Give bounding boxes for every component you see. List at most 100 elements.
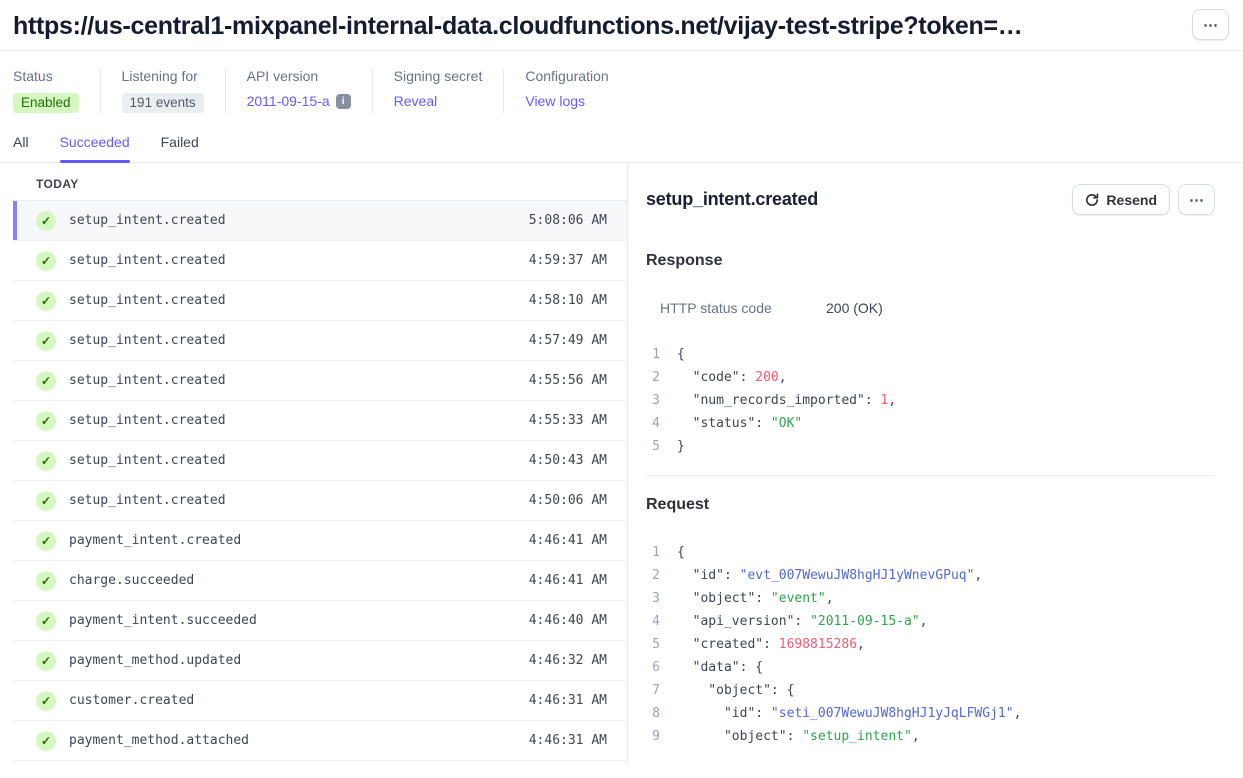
event-time: 4:57:49 AM bbox=[529, 333, 607, 348]
code-line: 5} bbox=[646, 435, 1215, 458]
resend-button-label: Resend bbox=[1106, 192, 1157, 208]
code-token: "object": { bbox=[677, 683, 794, 698]
detail-overflow-button[interactable]: ⋯ bbox=[1178, 184, 1215, 215]
header-overflow-button[interactable]: ⋯ bbox=[1192, 9, 1229, 40]
event-row[interactable]: ✓customer.created4:46:31 AM bbox=[13, 681, 627, 721]
code-token: 200 bbox=[755, 370, 778, 385]
meta-label: Configuration bbox=[525, 68, 608, 84]
event-time: 4:46:41 AM bbox=[529, 533, 607, 548]
event-name: payment_method.updated bbox=[69, 653, 241, 668]
code-token: } bbox=[677, 439, 685, 454]
meta-label: Listening for bbox=[122, 68, 204, 84]
reveal-link[interactable]: Reveal bbox=[394, 93, 438, 109]
line-number: 5 bbox=[646, 633, 660, 656]
meta-label: API version bbox=[247, 68, 351, 84]
code-token: , bbox=[974, 568, 982, 583]
line-content: "created": 1698815286, bbox=[677, 633, 865, 656]
event-name: setup_intent.created bbox=[69, 253, 226, 268]
code-token: "id": bbox=[677, 706, 771, 721]
event-time: 4:46:41 AM bbox=[529, 573, 607, 588]
code-line: 1{ bbox=[646, 541, 1215, 564]
event-time: 4:59:37 AM bbox=[529, 253, 607, 268]
meta-col-api-version: API version2011-09-15-ai bbox=[225, 68, 372, 113]
code-token: 1698815286 bbox=[779, 637, 857, 652]
line-content: "api_version": "2011-09-15-a", bbox=[677, 610, 927, 633]
success-check-icon: ✓ bbox=[36, 731, 56, 751]
detail-header: setup_intent.created Resend ⋯ bbox=[646, 184, 1215, 215]
line-number: 1 bbox=[646, 343, 660, 366]
event-name: setup_intent.created bbox=[69, 333, 226, 348]
code-token: "data": { bbox=[677, 660, 763, 675]
event-name: payment_intent.succeeded bbox=[69, 613, 257, 628]
success-check-icon: ✓ bbox=[36, 211, 56, 231]
success-check-icon: ✓ bbox=[36, 611, 56, 631]
line-number: 6 bbox=[646, 656, 660, 679]
overflow-icon: ⋯ bbox=[1203, 16, 1218, 34]
code-token: "evt_007WewuJW8hgHJ1yWnevGPuq" bbox=[740, 568, 975, 583]
list-group-header: TODAY bbox=[13, 163, 627, 201]
meta-value: Enabled bbox=[13, 93, 79, 113]
view-logs-link[interactable]: View logs bbox=[525, 93, 585, 109]
tab-succeeded[interactable]: Succeeded bbox=[60, 134, 130, 162]
line-content: "data": { bbox=[677, 656, 763, 679]
event-row[interactable]: ✓setup_intent.created4:50:06 AM bbox=[13, 481, 627, 521]
event-name: setup_intent.created bbox=[69, 413, 226, 428]
line-content: "object": "setup_intent", bbox=[677, 725, 920, 748]
event-row[interactable]: ✓setup_intent.created5:08:06 AM bbox=[13, 201, 627, 241]
event-row[interactable]: ✓ payment_method.attached 4:46:31 AM bbox=[13, 721, 627, 761]
code-token: "object": bbox=[677, 729, 802, 744]
event-time: 5:08:06 AM bbox=[529, 213, 607, 228]
event-row[interactable]: ✓setup_intent.created4:58:10 AM bbox=[13, 281, 627, 321]
event-time: 4:46:31 AM bbox=[529, 733, 607, 748]
code-token: , bbox=[779, 370, 787, 385]
event-time: 4:58:10 AM bbox=[529, 293, 607, 308]
event-row[interactable]: ✓setup_intent.created4:55:33 AM bbox=[13, 401, 627, 441]
meta-col-configuration: Configuration View logs bbox=[503, 68, 629, 113]
request-section-heading: Request bbox=[646, 496, 1215, 514]
http-status-row: HTTP status code 200 (OK) bbox=[646, 300, 1215, 316]
code-line: 6 "data": { bbox=[646, 656, 1215, 679]
event-row[interactable]: ✓charge.succeeded4:46:41 AM bbox=[13, 561, 627, 601]
code-token: "code": bbox=[677, 370, 755, 385]
code-line: 1{ bbox=[646, 343, 1215, 366]
tab-failed[interactable]: Failed bbox=[161, 134, 199, 162]
meta-label: Status bbox=[13, 68, 79, 84]
line-content: "code": 200, bbox=[677, 366, 787, 389]
response-code-block: 1{2 "code": 200,3 "num_records_imported"… bbox=[646, 343, 1215, 458]
event-row[interactable]: ✓ payment_intent.created 4:46:41 AM bbox=[13, 521, 627, 561]
code-line: 2 "code": 200, bbox=[646, 366, 1215, 389]
line-number: 3 bbox=[646, 587, 660, 610]
line-number: 4 bbox=[646, 412, 660, 435]
result-filter-tabs: All Succeeded Failed bbox=[0, 134, 1243, 163]
code-token: "created": bbox=[677, 637, 779, 652]
line-number: 3 bbox=[646, 389, 660, 412]
event-name: payment_intent.created bbox=[69, 533, 241, 548]
event-time: 4:50:43 AM bbox=[529, 453, 607, 468]
event-time: 4:55:56 AM bbox=[529, 373, 607, 388]
code-token: , bbox=[888, 393, 896, 408]
detail-actions: Resend ⋯ bbox=[1072, 184, 1215, 215]
event-row[interactable]: ✓setup_intent.created4:50:43 AM bbox=[13, 441, 627, 481]
code-token: "api_version": bbox=[677, 614, 810, 629]
success-check-icon: ✓ bbox=[36, 251, 56, 271]
event-row[interactable]: ✓ setup_intent.created 4:57:49 AM bbox=[13, 321, 627, 361]
code-token: "seti_007WewuJW8hgHJ1yJqLFWGj1" bbox=[771, 706, 1014, 721]
event-name: payment_method.attached bbox=[69, 733, 249, 748]
event-row[interactable]: ✓ setup_intent.created 4:59:37 AM bbox=[13, 241, 627, 281]
code-token: "status": bbox=[677, 416, 771, 431]
tab-all[interactable]: All bbox=[13, 134, 29, 162]
event-row[interactable]: ✓payment_method.updated4:46:32 AM bbox=[13, 641, 627, 681]
success-check-icon: ✓ bbox=[36, 531, 56, 551]
event-row[interactable]: ✓payment_intent.succeeded4:46:40 AM bbox=[13, 601, 627, 641]
event-name: setup_intent.created bbox=[69, 493, 226, 508]
code-token: "num_records_imported": bbox=[677, 393, 881, 408]
resend-icon bbox=[1085, 193, 1099, 207]
event-count-badge: 191 events bbox=[122, 93, 204, 113]
resend-button[interactable]: Resend bbox=[1072, 184, 1170, 215]
event-row[interactable]: ✓setup_intent.created4:55:56 AM bbox=[13, 361, 627, 401]
2011-09-15-a-link[interactable]: 2011-09-15-a bbox=[247, 93, 330, 109]
success-check-icon: ✓ bbox=[36, 331, 56, 351]
code-token: , bbox=[826, 591, 834, 606]
meta-col-status: Status Enabled bbox=[13, 68, 100, 113]
event-list: TODAY ✓setup_intent.created5:08:06 AM✓se… bbox=[13, 163, 628, 764]
